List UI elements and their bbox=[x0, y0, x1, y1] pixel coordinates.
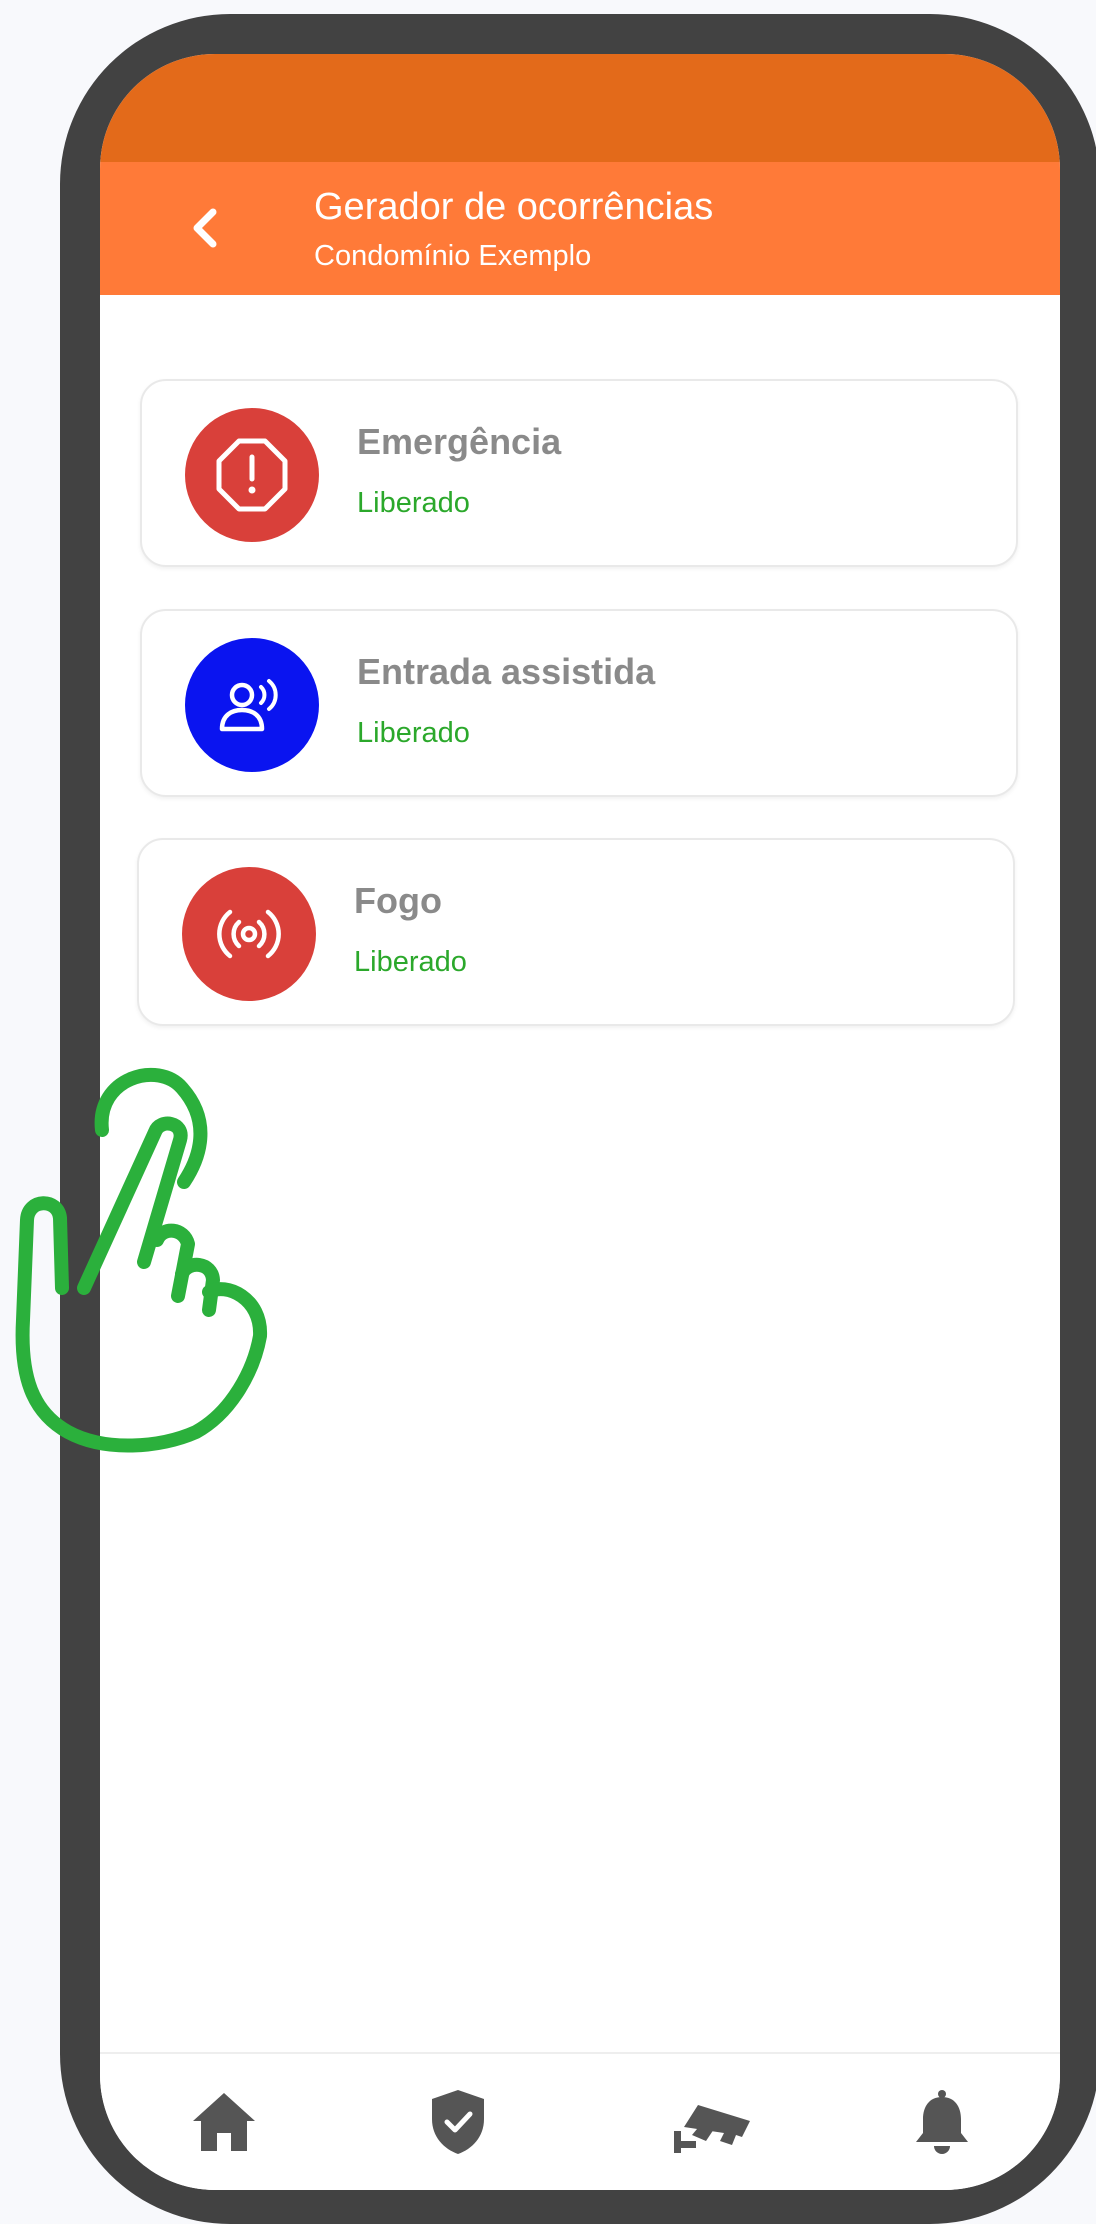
occurrence-name: Emergência bbox=[357, 421, 562, 462]
app-header: Gerador de ocorrências Condomínio Exempl… bbox=[100, 162, 1060, 295]
bell-icon bbox=[916, 2090, 968, 2154]
nav-home[interactable] bbox=[184, 2082, 264, 2162]
nav-security[interactable] bbox=[418, 2082, 498, 2162]
assisted-entry-icon-circle bbox=[185, 638, 319, 772]
fire-icon-circle bbox=[182, 867, 316, 1001]
shield-check-icon bbox=[432, 2090, 484, 2154]
page-title: Gerador de ocorrências bbox=[314, 186, 714, 228]
broadcast-icon bbox=[217, 909, 281, 959]
occurrence-card-entrada-assistida[interactable]: Entrada assistida Liberado bbox=[140, 609, 1018, 797]
bottom-nav bbox=[100, 2052, 1060, 2190]
tap-hand-icon bbox=[15, 1067, 267, 1453]
nav-cameras[interactable] bbox=[660, 2082, 760, 2162]
person-signal-icon bbox=[219, 679, 278, 732]
occurrence-status: Liberado bbox=[354, 946, 467, 978]
occurrence-status: Liberado bbox=[357, 487, 470, 519]
nav-notifications[interactable] bbox=[902, 2082, 982, 2162]
page-subtitle: Condomínio Exemplo bbox=[314, 240, 592, 272]
occurrence-name: Fogo bbox=[354, 880, 442, 921]
back-button[interactable] bbox=[170, 190, 240, 266]
chevron-left-icon bbox=[193, 208, 217, 248]
security-camera-icon bbox=[674, 2105, 750, 2153]
emergency-icon-circle bbox=[185, 408, 319, 542]
occurrence-name: Entrada assistida bbox=[357, 651, 656, 692]
octagon-alert-icon bbox=[216, 438, 288, 512]
occurrence-card-fogo[interactable]: Fogo Liberado bbox=[137, 838, 1015, 1026]
occurrence-status: Liberado bbox=[357, 717, 470, 749]
status-bar bbox=[100, 54, 1060, 162]
occurrence-card-emergencia[interactable]: Emergência Liberado bbox=[140, 379, 1018, 567]
home-icon bbox=[193, 2093, 255, 2151]
